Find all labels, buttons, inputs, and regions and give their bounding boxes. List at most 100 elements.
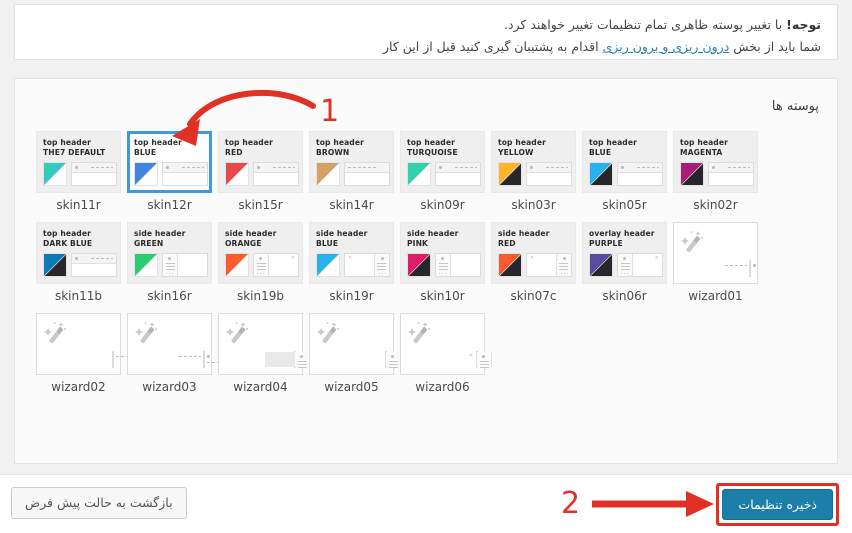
skin-thumbnails <box>225 162 299 187</box>
skin-card-skin06r[interactable]: overlay header PURPLE ✕ <box>582 222 667 284</box>
skin-layout-preview <box>112 351 146 368</box>
skin-thumbnails: ✕ <box>589 253 663 278</box>
notice-line-2-suffix: اقدام به پشتیبان گیری کنید قبل از این کا… <box>382 38 603 54</box>
skin-thumbnails <box>134 253 208 278</box>
skin-card-title: overlay header PURPLE <box>589 229 660 249</box>
skin-card-skin12r[interactable]: top header BLUE <box>127 131 212 193</box>
skin-card-skin19r[interactable]: side header BLUE ✕ <box>309 222 394 284</box>
skin-card-skin14r[interactable]: top header BROWN <box>309 131 394 193</box>
skin-card-wrap: overlay header PURPLE ✕ <box>579 222 670 284</box>
skin-cell: top header BLUE skin12r <box>124 131 215 212</box>
skin-card-title-line2: GREEN <box>134 239 164 249</box>
skin-card-skin11r[interactable]: top header THE7 DEFAULT <box>36 131 121 193</box>
save-settings-button[interactable]: ذخیره تنظیمات <box>722 489 833 520</box>
notice-line-2-prefix: شما باید از بخش <box>729 38 821 54</box>
skin-card-wizard04[interactable]: ✕ <box>218 313 316 375</box>
skin-cell: top header THE7 DEFAULT skin11r <box>33 131 124 212</box>
skin-color-swatch <box>498 162 522 187</box>
skin-card-title-line1: top header <box>134 138 182 147</box>
skin-card-wrap: top header MAGENTA <box>670 131 761 193</box>
skin-id-label: skin05r <box>602 198 647 212</box>
skin-card-wrap: top header BLUE <box>579 131 670 193</box>
skin-layout-preview <box>708 162 754 187</box>
skin-card-title: side header PINK <box>407 229 478 249</box>
import-export-link[interactable]: درون ریزی و برون ریزی <box>603 39 730 54</box>
skin-card-wrap <box>306 313 401 375</box>
skins-row: wizard02 wizard03 ✕ wizard04 wizard05 ✕ wizard… <box>33 313 821 394</box>
panel-title: پوسته ها <box>771 99 819 114</box>
skin-card-title-line2: BROWN <box>316 148 350 158</box>
skin-layout-preview: ✕ <box>617 253 663 278</box>
skin-card-wizard03[interactable] <box>127 313 233 375</box>
skin-id-label: wizard06 <box>415 380 470 394</box>
skin-color-swatch <box>680 162 704 187</box>
skin-card-skin03r[interactable]: top header YELLOW <box>491 131 576 193</box>
skin-card-title-line1: side header <box>225 229 277 238</box>
skin-card-title-line2: RED <box>225 148 243 158</box>
skin-card-title-line1: side header <box>407 229 459 238</box>
skin-thumbnails <box>589 162 663 187</box>
skin-thumbnails <box>407 162 481 187</box>
skin-card-wrap: ✕ <box>397 313 492 375</box>
magic-wand-icon <box>226 321 252 345</box>
skin-card-skin19b[interactable]: side header ORANGE ✕ <box>218 222 303 284</box>
skin-card-title: top header BLUE <box>134 138 205 158</box>
skin-card-title: top header MAGENTA <box>680 138 751 158</box>
skin-card-wizard06[interactable]: ✕ <box>400 313 492 375</box>
skin-id-label: skin12r <box>147 198 192 212</box>
skin-layout-preview: ✕ <box>344 253 390 278</box>
skin-id-label: skin06r <box>602 289 647 303</box>
skin-card-wizard02[interactable] <box>36 313 146 375</box>
skin-thumbnails <box>680 162 754 187</box>
skin-card-skin16r[interactable]: side header GREEN <box>127 222 212 284</box>
skin-card-skin09r[interactable]: top header TURQUOISE <box>400 131 485 193</box>
skin-cell: ✕ wizard06 <box>397 313 492 394</box>
skin-id-label: skin19r <box>329 289 374 303</box>
skin-card-skin10r[interactable]: side header PINK <box>400 222 485 284</box>
skins-panel: پوسته ها top header THE7 DEFAULT skin11r to… <box>14 78 838 464</box>
magic-wand-icon <box>317 321 343 345</box>
skin-card-wizard01[interactable] <box>673 222 758 284</box>
skin-cell: top header BLUE skin05r <box>579 131 670 212</box>
skin-id-label: skin11b <box>54 289 103 303</box>
skin-cell: top header TURQUOISE skin09r <box>397 131 488 212</box>
skin-card-skin15r[interactable]: top header RED <box>218 131 303 193</box>
skin-card-title-line2: DARK BLUE <box>43 239 93 249</box>
skin-card-wrap <box>33 313 146 375</box>
magic-wand-icon <box>681 230 707 254</box>
skin-card-title-line2: PURPLE <box>589 239 623 249</box>
skin-card-wrap <box>124 313 233 375</box>
skin-cell: side header GREEN skin16r <box>124 222 215 303</box>
skin-card-skin11b[interactable]: top header DARK BLUE <box>36 222 121 284</box>
skin-color-swatch <box>589 253 613 278</box>
skin-card-skin02r[interactable]: top header MAGENTA <box>673 131 758 193</box>
skin-cell: side header BLUE ✕ skin19r <box>306 222 397 303</box>
skin-layout-preview <box>385 351 401 369</box>
skin-color-swatch <box>589 162 613 187</box>
skin-card-title-line2: YELLOW <box>498 148 534 158</box>
skin-card-title-line1: side header <box>134 229 186 238</box>
skin-card-skin05r[interactable]: top header BLUE <box>582 131 667 193</box>
skin-color-swatch <box>316 253 340 278</box>
skin-card-skin07c[interactable]: side header RED ✕ <box>491 222 576 284</box>
reset-defaults-button[interactable]: بازگشت به حالت پیش فرض <box>11 487 187 519</box>
skin-layout-preview <box>526 162 572 187</box>
skin-card-wizard05[interactable] <box>309 313 401 375</box>
skin-card-wrap: top header YELLOW <box>488 131 579 193</box>
skin-cell: top header YELLOW skin03r <box>488 131 579 212</box>
skin-card-title-line2: BLUE <box>134 148 157 158</box>
skin-color-swatch <box>43 253 67 278</box>
skin-id-label: skin19b <box>236 289 285 303</box>
skin-card-wrap: top header RED <box>215 131 306 193</box>
skin-cell: wizard05 <box>306 313 401 394</box>
skin-thumbnails <box>316 162 390 187</box>
skin-card-title-line2: THE7 DEFAULT <box>43 148 106 158</box>
skin-layout-preview <box>435 253 481 278</box>
skin-card-title-line2: BLUE <box>589 148 612 158</box>
skin-layout-preview <box>71 162 117 187</box>
skin-id-label: wizard05 <box>324 380 379 394</box>
skin-card-title-line1: top header <box>225 138 273 147</box>
skin-thumbnails: ✕ <box>225 253 299 278</box>
skin-layout-preview <box>435 162 481 187</box>
skin-card-title-line1: side header <box>498 229 550 238</box>
